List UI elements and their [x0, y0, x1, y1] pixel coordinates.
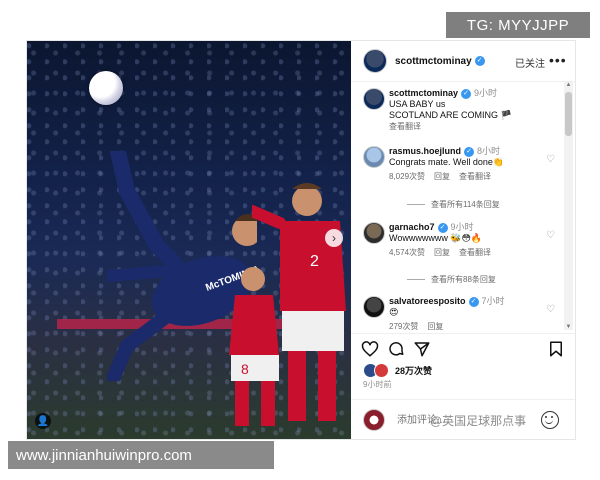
comment-text: 😍 — [389, 307, 399, 317]
comment-text: Congrats mate. Well done👏 — [389, 157, 505, 167]
scroll-thumb[interactable] — [565, 92, 572, 136]
comment-username[interactable]: rasmus.hoejlund — [389, 146, 461, 156]
post-photo[interactable]: McTOMINAY 8 2 › 👤 — [27, 41, 351, 439]
reply-link[interactable]: 回复 — [427, 322, 443, 330]
commenter-avatar[interactable] — [363, 296, 385, 318]
caption-translate-link[interactable]: 查看翻译 — [389, 122, 421, 131]
denmark-player-2: 2 — [252, 183, 346, 421]
share-icon[interactable] — [413, 340, 431, 358]
view-replies-link[interactable]: 查看所有88条回复 — [407, 274, 496, 285]
likes-count[interactable]: 28万次赞 — [395, 364, 432, 377]
caption-line-2: SCOTLAND ARE COMING 🏴 — [389, 110, 512, 120]
tag-user-icon[interactable]: 👤 — [35, 413, 51, 429]
translate-link[interactable]: 查看翻译 — [459, 248, 491, 257]
comment-text: Wowwwwwww 🐝😳🔥 — [389, 233, 483, 243]
comment-time: 7小时 — [481, 296, 505, 306]
comment-likes[interactable]: 4,574次赞 — [389, 248, 425, 257]
liker-avatar — [374, 363, 389, 378]
post-sidebar: scottmctominay ✓ 已关注 ••• scottmctominay ✓ 9… — [351, 41, 575, 439]
scroll-up-icon[interactable]: ▲ — [564, 82, 573, 88]
jersey-number-8: 8 — [241, 361, 249, 377]
comments-list: scottmctominay ✓ 9小时 USA BABY us SCOTLAND … — [351, 82, 563, 330]
post-header: scottmctominay ✓ 已关注 ••• — [351, 41, 575, 82]
commenter-avatar[interactable] — [363, 146, 385, 168]
heart-icon[interactable] — [361, 340, 379, 358]
comment-time: 9小时 — [450, 222, 474, 232]
reply-link[interactable]: 回复 — [434, 172, 450, 181]
verified-icon: ✓ — [474, 55, 485, 66]
current-user-avatar — [363, 409, 385, 431]
emoji-icon[interactable] — [541, 411, 559, 429]
heart-icon[interactable]: ♡ — [546, 154, 556, 165]
comment-likes[interactable]: 279次赞 — [389, 322, 418, 330]
weibo-watermark: @英国足球那点事 — [430, 414, 527, 428]
verified-icon: ✓ — [437, 222, 448, 233]
likes-summary[interactable]: 28万次赞 — [363, 363, 432, 378]
next-arrow-icon[interactable]: › — [325, 229, 343, 247]
comment-time: 8小时 — [477, 146, 501, 156]
verified-icon: ✓ — [468, 296, 479, 307]
caption-time: 9小时 — [474, 88, 498, 98]
comment-likes[interactable]: 8,029次赞 — [389, 172, 425, 181]
comment-icon[interactable] — [387, 340, 405, 358]
comment-username[interactable]: garnacho7 — [389, 222, 435, 232]
caption-avatar[interactable] — [363, 88, 385, 110]
verified-icon: ✓ — [464, 146, 475, 157]
jersey-number-2: 2 — [310, 253, 319, 270]
commenter-avatar[interactable] — [363, 222, 385, 244]
watermark-bottom: www.jinnianhuiwinpro.com — [8, 441, 274, 469]
watermark-top: TG: MYYJJPP — [446, 12, 590, 38]
posted-time: 9小时前 — [363, 380, 392, 389]
caption-username[interactable]: scottmctominay — [389, 88, 458, 98]
author-username[interactable]: scottmctominay ✓ — [395, 56, 485, 67]
view-replies-link[interactable]: 查看所有114条回复 — [407, 199, 500, 210]
author-avatar[interactable] — [363, 49, 387, 73]
comment-username[interactable]: salvatoreesposito — [389, 296, 466, 306]
verified-icon: ✓ — [461, 88, 472, 99]
scroll-down-icon[interactable]: ▼ — [564, 324, 573, 330]
post-card: McTOMINAY 8 2 › 👤 scottmctominay ✓ 已关注 •… — [26, 40, 576, 440]
bookmark-icon[interactable] — [547, 340, 565, 358]
more-icon[interactable]: ••• — [549, 52, 567, 68]
reply-link[interactable]: 回复 — [434, 248, 450, 257]
caption-line-1: USA BABY us — [389, 99, 446, 109]
heart-icon[interactable]: ♡ — [546, 230, 556, 241]
translate-link[interactable]: 查看翻译 — [459, 172, 491, 181]
football — [89, 71, 123, 105]
post-actions — [351, 333, 575, 364]
heart-icon[interactable]: ♡ — [546, 304, 556, 315]
comments-scrollbar[interactable]: ▲ ▼ — [564, 82, 573, 330]
follow-status-button[interactable]: 已关注 — [515, 55, 545, 70]
